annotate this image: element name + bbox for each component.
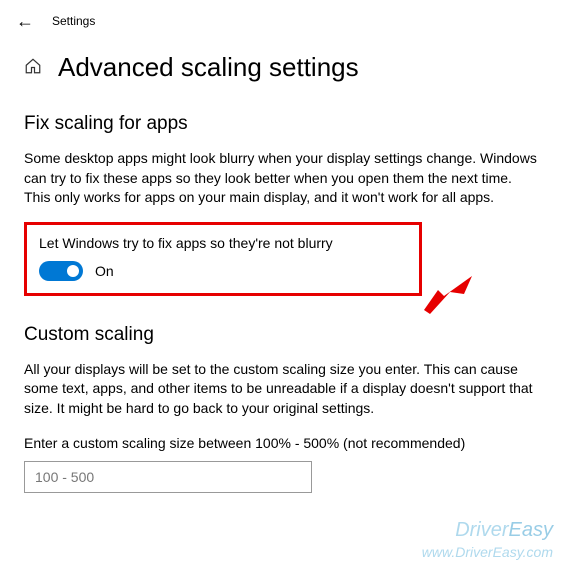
back-button[interactable]: ←: [16, 12, 34, 30]
page-title: Advanced scaling settings: [58, 52, 359, 83]
highlight-box: Let Windows try to fix apps so they're n…: [24, 222, 422, 296]
home-icon[interactable]: [24, 57, 42, 78]
fix-scaling-section-title: Fix scaling for apps: [24, 113, 541, 135]
custom-scaling-description: All your displays will be set to the cus…: [24, 360, 541, 419]
watermark-url: www.DriverEasy.com: [422, 543, 553, 561]
custom-scaling-input-label: Enter a custom scaling size between 100%…: [24, 435, 541, 451]
custom-scaling-input[interactable]: [24, 461, 312, 493]
header-title: Settings: [52, 14, 95, 28]
watermark-brand-driver: Driver: [455, 519, 508, 541]
fix-blurry-toggle-state: On: [95, 263, 114, 279]
fix-blurry-toggle[interactable]: [39, 261, 83, 281]
custom-scaling-section-title: Custom scaling: [24, 324, 541, 346]
fix-scaling-description: Some desktop apps might look blurry when…: [24, 149, 541, 208]
watermark-brand-easy: Easy: [509, 519, 553, 541]
watermark: DriverEasy www.DriverEasy.com: [422, 517, 553, 561]
fix-blurry-toggle-label: Let Windows try to fix apps so they're n…: [39, 235, 407, 251]
